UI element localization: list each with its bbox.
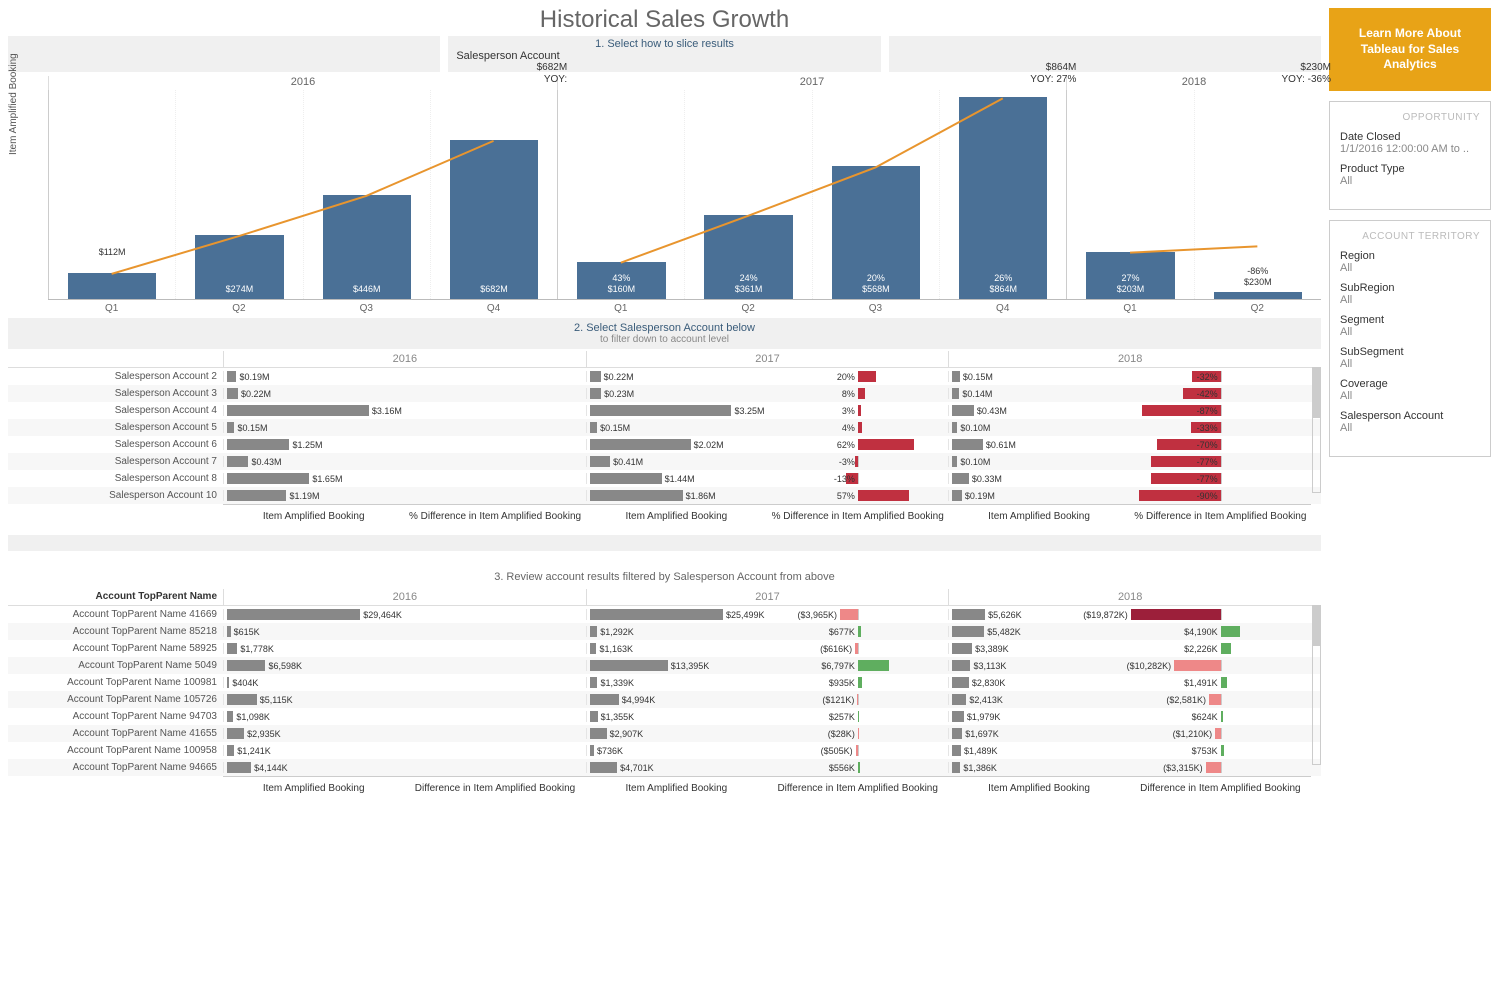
salesperson-row[interactable]: Salesperson Account 5 $0.15M $0.15M4% $0… bbox=[8, 419, 1321, 436]
bar-2017-Q2[interactable]: 24%$361M bbox=[684, 90, 811, 299]
account-row[interactable]: Account TopParent Name 100981 $404K $1,3… bbox=[8, 674, 1321, 691]
territory-panel: ACCOUNT TERRITORY RegionAllSubRegionAllS… bbox=[1329, 220, 1491, 457]
bar-2016-Q4[interactable]: $682MYOY:$682M bbox=[430, 90, 557, 299]
cta-button[interactable]: Learn More About Tableau for Sales Analy… bbox=[1329, 8, 1491, 91]
bar-2017-Q4[interactable]: $864MYOY: 27%26%$864M bbox=[939, 90, 1066, 299]
account-row[interactable]: Account TopParent Name 41655 $2,935K $2,… bbox=[8, 725, 1321, 742]
filter-field[interactable]: SubRegionAll bbox=[1340, 282, 1480, 306]
filter-field[interactable]: SubSegmentAll bbox=[1340, 346, 1480, 370]
divider bbox=[8, 535, 1321, 551]
quarter-label: Q2 bbox=[1194, 300, 1321, 314]
slice-cell-right bbox=[889, 36, 1321, 72]
bar-2016-Q1[interactable]: $112M bbox=[48, 90, 175, 299]
quarter-label: Q2 bbox=[684, 300, 811, 314]
bar-2017-Q3[interactable]: 20%$568M bbox=[812, 90, 939, 299]
account-table[interactable]: Account TopParent Name 201620172018 Acco… bbox=[8, 589, 1321, 801]
step3-header: 3. Review account results filtered by Sa… bbox=[8, 571, 1321, 583]
account-row[interactable]: Account TopParent Name 100958 $1,241K $7… bbox=[8, 742, 1321, 759]
year-header: 2017 bbox=[557, 76, 1066, 90]
account-row[interactable]: Account TopParent Name 94703 $1,098K $1,… bbox=[8, 708, 1321, 725]
bar-2016-Q2[interactable]: $274M bbox=[175, 90, 302, 299]
quarter-label: Q3 bbox=[303, 300, 430, 314]
account-row[interactable]: Account TopParent Name 94665 $4,144K $4,… bbox=[8, 759, 1321, 776]
salesperson-row[interactable]: Salesperson Account 2 $0.19M $0.22M20% $… bbox=[8, 368, 1321, 385]
slice-value: Salesperson Account bbox=[456, 50, 872, 62]
year-header: 2016 bbox=[48, 76, 557, 90]
account-row[interactable]: Account TopParent Name 105726 $5,115K $4… bbox=[8, 691, 1321, 708]
quarter-label: Q1 bbox=[1066, 300, 1193, 314]
filter-field[interactable]: Product TypeAll bbox=[1340, 163, 1480, 187]
bar-2017-Q1[interactable]: 43%$160M bbox=[557, 90, 684, 299]
bar-2018-Q2[interactable]: $230MYOY: -36%-86%$230M bbox=[1194, 90, 1321, 299]
y-axis-label: Item Amplified Booking bbox=[8, 53, 19, 155]
salesperson-row[interactable]: Salesperson Account 10 $1.19M $1.86M57% … bbox=[8, 487, 1321, 504]
opportunity-panel: OPPORTUNITY Date Closed1/1/2016 12:00:00… bbox=[1329, 101, 1491, 210]
filter-field[interactable]: SegmentAll bbox=[1340, 314, 1480, 338]
quarter-label: Q3 bbox=[812, 300, 939, 314]
salesperson-row[interactable]: Salesperson Account 3 $0.22M $0.23M8% $0… bbox=[8, 385, 1321, 402]
scrollbar[interactable] bbox=[1312, 605, 1321, 765]
slice-selector[interactable]: 1. Select how to slice results Salespers… bbox=[448, 36, 880, 72]
account-header: Account TopParent Name bbox=[8, 589, 223, 605]
quarter-label: Q1 bbox=[557, 300, 684, 314]
account-row[interactable]: Account TopParent Name 58925 $1,778K $1,… bbox=[8, 640, 1321, 657]
quarter-label: Q1 bbox=[48, 300, 175, 314]
filter-field[interactable]: CoverageAll bbox=[1340, 378, 1480, 402]
account-row[interactable]: Account TopParent Name 41669 $29,464K $2… bbox=[8, 606, 1321, 623]
quarter-label: Q4 bbox=[939, 300, 1066, 314]
account-row[interactable]: Account TopParent Name 5049 $6,598K $13,… bbox=[8, 657, 1321, 674]
filter-field[interactable]: Date Closed1/1/2016 12:00:00 AM to .. bbox=[1340, 131, 1480, 155]
booking-chart[interactable]: Item Amplified Booking 201620172018 $112… bbox=[8, 76, 1321, 314]
slice-cell-left bbox=[8, 36, 440, 72]
filter-field[interactable]: RegionAll bbox=[1340, 250, 1480, 274]
salesperson-row[interactable]: Salesperson Account 7 $0.43M $0.41M-3% $… bbox=[8, 453, 1321, 470]
slice-header: 1. Select how to slice results bbox=[456, 38, 872, 50]
bar-2016-Q3[interactable]: $446M bbox=[303, 90, 430, 299]
scrollbar[interactable] bbox=[1312, 367, 1321, 493]
filter-field[interactable]: Salesperson AccountAll bbox=[1340, 410, 1480, 434]
quarter-label: Q4 bbox=[430, 300, 557, 314]
account-row[interactable]: Account TopParent Name 85218 $615K $1,29… bbox=[8, 623, 1321, 640]
salesperson-row[interactable]: Salesperson Account 6 $1.25M $2.02M62% $… bbox=[8, 436, 1321, 453]
quarter-label: Q2 bbox=[175, 300, 302, 314]
salesperson-row[interactable]: Salesperson Account 8 $1.65M $1.44M-13% … bbox=[8, 470, 1321, 487]
step2-header: 2. Select Salesperson Account below to f… bbox=[8, 318, 1321, 349]
page-title: Historical Sales Growth bbox=[8, 0, 1321, 36]
salesperson-row[interactable]: Salesperson Account 4 $3.16M $3.25M3% $0… bbox=[8, 402, 1321, 419]
bar-2018-Q1[interactable]: 27%$203M bbox=[1066, 90, 1193, 299]
salesperson-table[interactable]: 201620172018 Salesperson Account 2 $0.19… bbox=[8, 351, 1321, 529]
